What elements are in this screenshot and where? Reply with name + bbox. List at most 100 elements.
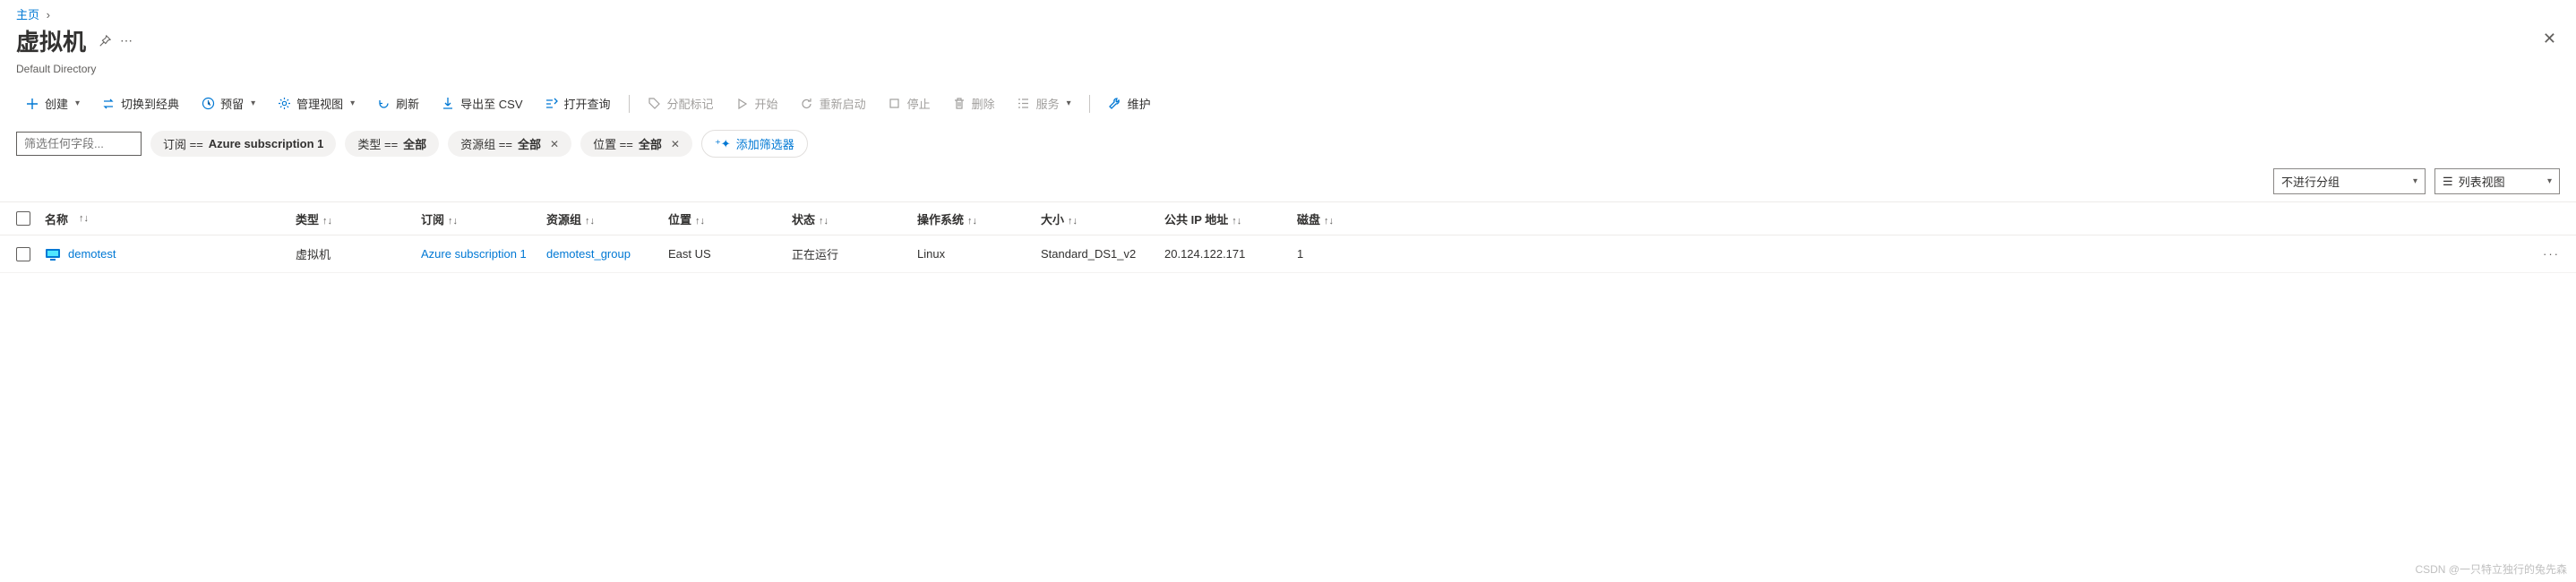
toolbar: 创建 ▾ 切换到经典 预留 ▾ 管理视图 ▾ 刷新 导出至 CSV 打开查询 分… [0, 84, 2576, 123]
subtitle: Default Directory [0, 63, 2576, 84]
refresh-label: 刷新 [396, 95, 419, 112]
create-button[interactable]: 创建 ▾ [16, 90, 89, 117]
switch-icon [101, 97, 116, 111]
breadcrumb-separator: › [47, 8, 50, 21]
column-header-disk[interactable]: 磁盘↑↓ [1297, 210, 1404, 227]
reserve-button[interactable]: 预留 ▾ [192, 90, 264, 117]
group-by-dropdown[interactable]: 不进行分组 ▾ [2273, 168, 2426, 194]
cell-status: 正在运行 [792, 245, 917, 262]
play-icon [735, 97, 750, 111]
column-header-type[interactable]: 类型↑↓ [296, 210, 421, 227]
vm-name-link[interactable]: demotest [68, 247, 116, 261]
manage-view-button[interactable]: 管理视图 ▾ [268, 90, 364, 117]
restart-button: 重新启动 [791, 90, 875, 117]
vm-icon [45, 246, 61, 262]
gear-icon [277, 97, 291, 111]
download-icon [441, 97, 455, 111]
sort-icon: ↑↓ [1232, 216, 1241, 227]
breadcrumb-home[interactable]: 主页 [16, 8, 39, 21]
services-label: 服务 [1036, 95, 1060, 112]
filter-type-label: 类型 == [357, 135, 398, 152]
row-more-icon[interactable]: ··· [2543, 247, 2560, 261]
cell-resourcegroup-link[interactable]: demotest_group [546, 247, 631, 261]
filter-sub-value: Azure subscription 1 [209, 137, 324, 150]
filter-plus-icon: ⁺✦ [715, 137, 731, 151]
column-header-size[interactable]: 大小↑↓ [1041, 210, 1164, 227]
sort-icon: ↑↓ [819, 216, 829, 227]
cell-os: Linux [917, 247, 1041, 261]
maintain-button[interactable]: 维护 [1099, 90, 1160, 117]
column-header-resourcegroup[interactable]: 资源组↑↓ [546, 210, 668, 227]
cell-location: East US [668, 247, 792, 261]
restart-label: 重新启动 [820, 95, 866, 112]
column-header-location[interactable]: 位置↑↓ [668, 210, 792, 227]
start-label: 开始 [755, 95, 778, 112]
delete-label: 删除 [972, 95, 995, 112]
table-row[interactable]: demotest 虚拟机 Azure subscription 1 demote… [0, 235, 2576, 273]
filter-input[interactable] [16, 132, 142, 156]
add-filter-label: 添加筛选器 [736, 135, 794, 152]
column-header-ip[interactable]: 公共 IP 地址↑↓ [1164, 210, 1297, 227]
export-csv-button[interactable]: 导出至 CSV [432, 90, 531, 117]
filter-pill-subscription[interactable]: 订阅 == Azure subscription 1 [150, 131, 336, 157]
add-filter-button[interactable]: ⁺✦ 添加筛选器 [701, 130, 808, 158]
chevron-down-icon: ▾ [251, 98, 255, 108]
toolbar-divider [1089, 95, 1090, 113]
column-header-name[interactable]: 名称↑↓ [45, 210, 296, 227]
stop-icon [888, 97, 902, 111]
plus-icon [25, 97, 39, 111]
column-header-subscription[interactable]: 订阅↑↓ [421, 210, 546, 227]
breadcrumb: 主页 › [0, 0, 2576, 24]
select-all-checkbox[interactable] [16, 211, 30, 226]
stop-button: 停止 [879, 90, 940, 117]
export-csv-label: 导出至 CSV [460, 95, 522, 112]
list-icon [1017, 97, 1031, 111]
sort-icon: ↑↓ [1068, 216, 1078, 227]
column-header-status[interactable]: 状态↑↓ [792, 210, 917, 227]
assign-tag-button: 分配标记 [639, 90, 723, 117]
manage-view-label: 管理视图 [296, 95, 343, 112]
toolbar-divider [629, 95, 630, 113]
chevron-down-icon: ▾ [2413, 176, 2417, 186]
remove-filter-icon[interactable]: ✕ [671, 138, 680, 150]
switch-classic-label: 切换到经典 [121, 95, 179, 112]
open-query-button[interactable]: 打开查询 [536, 90, 620, 117]
sort-icon: ↑↓ [967, 216, 977, 227]
close-icon[interactable]: ✕ [2543, 30, 2556, 48]
start-button: 开始 [726, 90, 787, 117]
filter-pill-type[interactable]: 类型 == 全部 [345, 131, 439, 157]
pin-icon[interactable] [99, 35, 111, 47]
filter-pill-location[interactable]: 位置 == 全部 ✕ [580, 131, 692, 157]
sort-icon: ↑↓ [695, 216, 705, 227]
view-mode-dropdown[interactable]: ☰列表视图 ▾ [2434, 168, 2560, 194]
filter-type-value: 全部 [403, 135, 426, 152]
row-checkbox[interactable] [16, 247, 30, 261]
filter-rg-value: 全部 [518, 135, 541, 152]
cell-subscription-link[interactable]: Azure subscription 1 [421, 247, 527, 261]
sort-icon: ↑↓ [79, 213, 89, 224]
chevron-down-icon: ▾ [1067, 98, 1071, 108]
assign-tag-label: 分配标记 [667, 95, 714, 112]
remove-filter-icon[interactable]: ✕ [550, 138, 559, 150]
page-header: 虚拟机 ⋯ ✕ [0, 24, 2576, 63]
filter-loc-value: 全部 [639, 135, 662, 152]
reserve-label: 预留 [220, 95, 244, 112]
view-controls: 不进行分组 ▾ ☰列表视图 ▾ [0, 165, 2576, 201]
more-commands-icon[interactable]: ⋯ [120, 33, 133, 48]
filter-sub-label: 订阅 == [163, 135, 203, 152]
group-by-value: 不进行分组 [2281, 173, 2340, 190]
services-button: 服务 ▾ [1008, 90, 1080, 117]
sort-icon: ↑↓ [322, 216, 332, 227]
sort-icon: ↑↓ [585, 216, 595, 227]
cell-size: Standard_DS1_v2 [1041, 247, 1164, 261]
cell-type: 虚拟机 [296, 245, 421, 262]
refresh-button[interactable]: 刷新 [367, 90, 428, 117]
tag-icon [648, 97, 662, 111]
filter-pill-resourcegroup[interactable]: 资源组 == 全部 ✕ [448, 131, 571, 157]
refresh-icon [376, 97, 391, 111]
create-label: 创建 [45, 95, 68, 112]
wrench-icon [1108, 97, 1122, 111]
trash-icon [952, 97, 966, 111]
switch-classic-button[interactable]: 切换到经典 [92, 90, 188, 117]
column-header-os[interactable]: 操作系统↑↓ [917, 210, 1041, 227]
